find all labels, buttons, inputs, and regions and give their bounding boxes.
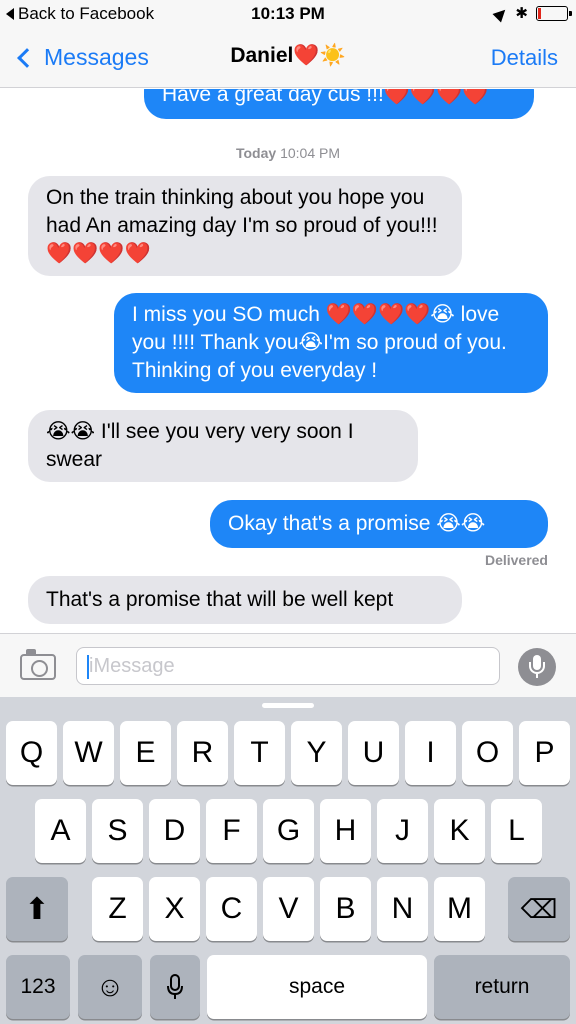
key-u[interactable]: U (348, 721, 399, 785)
nav-bar: Messages Daniel❤️☀️ Details (0, 30, 576, 88)
timestamp-day: Today (235, 145, 277, 161)
message-bubble-outgoing[interactable]: Have a great day cus !!!❤️❤️❤️❤️ (144, 89, 534, 119)
key-w[interactable]: W (63, 721, 114, 785)
location-icon (492, 5, 510, 22)
key-f[interactable]: F (206, 799, 257, 863)
dictation-mic-button[interactable] (518, 648, 556, 686)
imessage-placeholder: iMessage (89, 655, 175, 677)
message-bubble-outgoing[interactable]: Okay that's a promise 😭😭 (210, 500, 548, 548)
return-key[interactable]: return (434, 955, 570, 1019)
keyboard-grabber (262, 703, 314, 708)
key-r[interactable]: R (177, 721, 228, 785)
delivered-status: Delivered (484, 552, 548, 568)
key-c[interactable]: C (206, 877, 257, 941)
input-bar: iMessage (0, 633, 576, 697)
key-y[interactable]: Y (291, 721, 342, 785)
contact-name-title[interactable]: Daniel❤️☀️ (0, 44, 576, 68)
status-indicators: ✱ (492, 5, 572, 22)
keyboard: Q W E R T Y U I O P A S D F G H J K L ⬆ … (0, 697, 576, 1024)
dictation-key[interactable] (150, 955, 200, 1019)
key-p[interactable]: P (519, 721, 570, 785)
key-i[interactable]: I (405, 721, 456, 785)
key-m[interactable]: M (434, 877, 485, 941)
key-t[interactable]: T (234, 721, 285, 785)
status-bar: Back to Facebook 10:13 PM ✱ (0, 0, 576, 30)
conversation-timestamp: Today 10:04 PM (0, 145, 576, 161)
message-bubble-incoming[interactable]: That's a promise that will be well kept (28, 576, 462, 624)
key-s[interactable]: S (92, 799, 143, 863)
key-h[interactable]: H (320, 799, 371, 863)
conversation-area[interactable]: Have a great day cus !!!❤️❤️❤️❤️ Today 1… (0, 89, 576, 633)
key-a[interactable]: A (35, 799, 86, 863)
key-l[interactable]: L (491, 799, 542, 863)
camera-icon[interactable] (20, 649, 56, 680)
bluetooth-icon: ✱ (515, 5, 528, 22)
backspace-key[interactable]: ⌫ (508, 877, 570, 941)
text-cursor (87, 655, 89, 679)
shift-icon: ⬆ (24, 892, 50, 926)
key-j[interactable]: J (377, 799, 428, 863)
key-o[interactable]: O (462, 721, 513, 785)
key-g[interactable]: G (263, 799, 314, 863)
imessage-input[interactable]: iMessage (76, 647, 500, 685)
key-k[interactable]: K (434, 799, 485, 863)
key-v[interactable]: V (263, 877, 314, 941)
numbers-key[interactable]: 123 (6, 955, 70, 1019)
key-z[interactable]: Z (92, 877, 143, 941)
battery-icon (536, 6, 572, 21)
microphone-icon (167, 974, 183, 999)
status-time: 10:13 PM (251, 4, 325, 23)
message-bubble-incoming[interactable]: 😭😭 I'll see you very very soon I swear (28, 410, 418, 482)
backspace-icon: ⌫ (520, 893, 558, 924)
space-key[interactable]: space (207, 955, 427, 1019)
key-q[interactable]: Q (6, 721, 57, 785)
message-bubble-outgoing[interactable]: I miss you SO much ❤️❤️❤️❤️😭 love you !!… (114, 293, 548, 393)
key-d[interactable]: D (149, 799, 200, 863)
message-bubble-incoming[interactable]: On the train thinking about you hope you… (28, 176, 462, 276)
key-e[interactable]: E (120, 721, 171, 785)
details-button[interactable]: Details (491, 45, 558, 71)
shift-key[interactable]: ⬆ (6, 877, 68, 941)
emoji-icon: ☺ (95, 971, 125, 1002)
timestamp-time: 10:04 PM (276, 145, 341, 161)
key-x[interactable]: X (149, 877, 200, 941)
key-b[interactable]: B (320, 877, 371, 941)
emoji-key[interactable]: ☺ (78, 955, 142, 1019)
key-n[interactable]: N (377, 877, 428, 941)
